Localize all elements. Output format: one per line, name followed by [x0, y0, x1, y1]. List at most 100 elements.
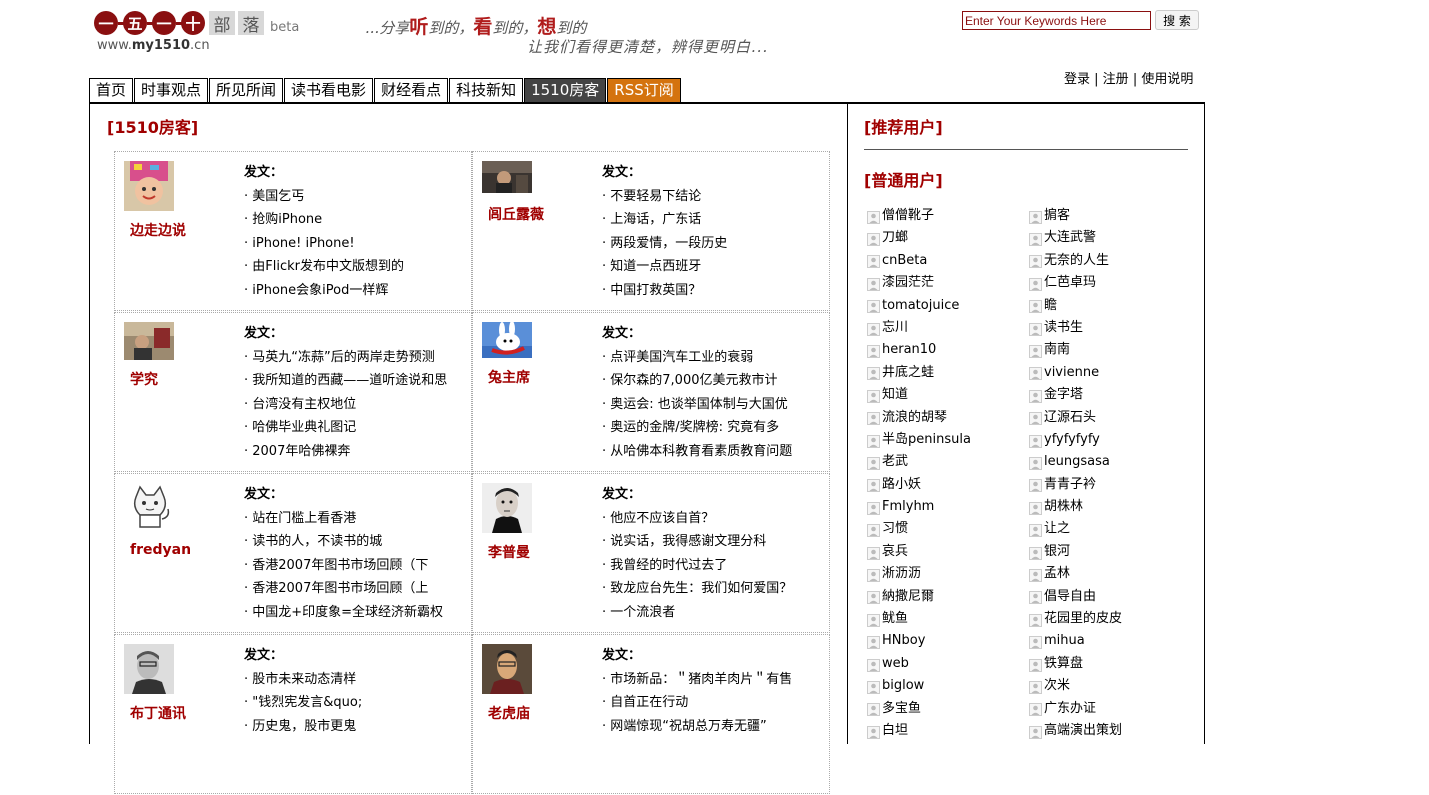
user-link[interactable]: 路小妖	[867, 474, 1029, 496]
user-link[interactable]: 青青子衿	[1029, 474, 1191, 496]
post-link[interactable]: 自首正在行动	[602, 691, 792, 714]
user-link[interactable]: heran10	[867, 339, 1029, 361]
blogger-name[interactable]: 边走边说	[130, 220, 186, 240]
user-link[interactable]: 大连武警	[1029, 227, 1191, 249]
user-link[interactable]: 僧僧靴子	[867, 205, 1029, 227]
post-link[interactable]: 台湾没有主权地位	[244, 393, 447, 416]
user-link[interactable]: leungsasa	[1029, 451, 1191, 473]
blogger-name[interactable]: 布丁通讯	[130, 703, 186, 723]
blogger-name[interactable]: 闾丘露薇	[488, 204, 544, 224]
post-link[interactable]: 点评美国汽车工业的衰弱	[602, 346, 792, 369]
avatar[interactable]	[482, 161, 532, 193]
user-link[interactable]: 金字塔	[1029, 384, 1191, 406]
post-link[interactable]: 他应不应该自首？	[602, 507, 792, 530]
user-link[interactable]: 半岛peninsula	[867, 429, 1029, 451]
user-link[interactable]: 漆园茫茫	[867, 272, 1029, 294]
post-link[interactable]: 哈佛毕业典礼图记	[244, 416, 447, 439]
user-link[interactable]: 高端演出策划	[1029, 720, 1191, 742]
avatar[interactable]	[124, 322, 174, 360]
user-link[interactable]: 孟林	[1029, 563, 1191, 585]
post-link[interactable]: 两段爱情，一段历史	[602, 232, 727, 255]
help-link[interactable]: 使用说明	[1141, 72, 1193, 87]
post-link[interactable]: iPhone会象iPod一样辉	[244, 279, 404, 302]
user-link[interactable]: Fmlyhm	[867, 496, 1029, 518]
user-link[interactable]: 老武	[867, 451, 1029, 473]
user-link[interactable]: 胡株林	[1029, 496, 1191, 518]
post-link[interactable]: 中国龙+印度象=全球经济新霸权	[244, 601, 443, 624]
post-link[interactable]: 说实话，我得感谢文理分科	[602, 530, 792, 553]
post-link[interactable]: 2007年哈佛裸奔	[244, 440, 447, 463]
post-link[interactable]: 抢购iPhone	[244, 208, 404, 231]
post-link[interactable]: 一个流浪者	[602, 601, 792, 624]
tab-tech[interactable]: 科技新知	[449, 78, 524, 102]
post-link[interactable]: 站在门槛上看香港	[244, 507, 443, 530]
blogger-name[interactable]: 老虎庙	[488, 703, 530, 723]
user-link[interactable]: web	[867, 653, 1029, 675]
post-link[interactable]: 由Flickr发布中文版想到的	[244, 255, 404, 278]
user-link[interactable]: yfyfyfyfy	[1029, 429, 1191, 451]
register-link[interactable]: 注册	[1103, 72, 1129, 87]
post-link[interactable]: 我曾经的时代过去了	[602, 554, 792, 577]
user-link[interactable]: 知道	[867, 384, 1029, 406]
avatar[interactable]	[482, 644, 532, 694]
user-link[interactable]: 广东办证	[1029, 698, 1191, 720]
avatar[interactable]	[482, 483, 532, 533]
user-link[interactable]: 流浪的胡琴	[867, 407, 1029, 429]
avatar[interactable]	[482, 322, 532, 358]
user-link[interactable]: 納撒尼爾	[867, 586, 1029, 608]
tab-books-movies[interactable]: 读书看电影	[284, 78, 374, 102]
user-link[interactable]: 井底之蛙	[867, 362, 1029, 384]
blogger-name[interactable]: fredyan	[130, 542, 191, 558]
user-link[interactable]: cnBeta	[867, 250, 1029, 272]
user-link[interactable]: 无奈的人生	[1029, 250, 1191, 272]
user-link[interactable]: 铁算盘	[1029, 653, 1191, 675]
user-link[interactable]: 银河	[1029, 541, 1191, 563]
avatar[interactable]	[124, 644, 174, 694]
login-link[interactable]: 登录	[1064, 72, 1090, 87]
user-link[interactable]: mihua	[1029, 630, 1191, 652]
user-link[interactable]: 花园里的皮皮	[1029, 608, 1191, 630]
post-link[interactable]: 奥运会: 也谈举国体制与大国优	[602, 393, 792, 416]
post-link[interactable]: 市场新品：＂猪肉羊肉片＂有售	[602, 668, 792, 691]
post-link[interactable]: "钱烈宪发言&quo;	[244, 691, 362, 714]
user-link[interactable]: vivienne	[1029, 362, 1191, 384]
user-link[interactable]: 让之	[1029, 518, 1191, 540]
tab-opinion[interactable]: 时事观点	[134, 78, 209, 102]
user-link[interactable]: 白坦	[867, 720, 1029, 742]
site-logo[interactable]: 一 五 一 十 部 落 beta	[94, 9, 299, 37]
post-link[interactable]: 不要轻易下结论	[602, 185, 727, 208]
search-input[interactable]	[962, 11, 1151, 30]
post-link[interactable]: 上海话，广东话	[602, 208, 727, 231]
post-link[interactable]: iPhone! iPhone!	[244, 232, 404, 255]
user-link[interactable]: 忘川	[867, 317, 1029, 339]
post-link[interactable]: 知道一点西班牙	[602, 255, 727, 278]
tab-tenants[interactable]: 1510房客	[524, 78, 607, 102]
post-link[interactable]: 中国打救英国？	[602, 279, 727, 302]
user-link[interactable]: 辽源石头	[1029, 407, 1191, 429]
post-link[interactable]: 香港2007年图书市场回顾（下	[244, 554, 443, 577]
post-link[interactable]: 香港2007年图书市场回顾（上	[244, 577, 443, 600]
post-link[interactable]: 致龙应台先生：我们如何爱国？	[602, 577, 792, 600]
post-link[interactable]: 我所知道的西藏——道听途说和思	[244, 369, 447, 392]
user-link[interactable]: 刀螂	[867, 227, 1029, 249]
post-link[interactable]: 马英九“冻蒜”后的两岸走势预测	[244, 346, 447, 369]
search-button[interactable]: 搜 索	[1155, 10, 1199, 30]
post-link[interactable]: 从哈佛本科教育看素质教育问题	[602, 440, 792, 463]
user-link[interactable]: 次米	[1029, 675, 1191, 697]
user-link[interactable]: 读书生	[1029, 317, 1191, 339]
tab-finance[interactable]: 财经看点	[374, 78, 449, 102]
user-link[interactable]: 习惯	[867, 518, 1029, 540]
post-link[interactable]: 股市未来动态清样	[244, 668, 362, 691]
avatar[interactable]	[124, 161, 174, 211]
tab-home[interactable]: 首页	[89, 78, 134, 102]
user-link[interactable]: 倡导自由	[1029, 586, 1191, 608]
post-link[interactable]: 美国乞丐	[244, 185, 404, 208]
post-link[interactable]: 保尔森的7,000亿美元救市计	[602, 369, 792, 392]
user-link[interactable]: 瞻	[1029, 295, 1191, 317]
tab-seen[interactable]: 所见所闻	[209, 78, 284, 102]
user-link[interactable]: 掮客	[1029, 205, 1191, 227]
user-link[interactable]: 仁芭卓玛	[1029, 272, 1191, 294]
tab-rss[interactable]: RSS订阅	[607, 78, 681, 102]
user-link[interactable]: biglow	[867, 675, 1029, 697]
blogger-name[interactable]: 学究	[130, 369, 158, 389]
